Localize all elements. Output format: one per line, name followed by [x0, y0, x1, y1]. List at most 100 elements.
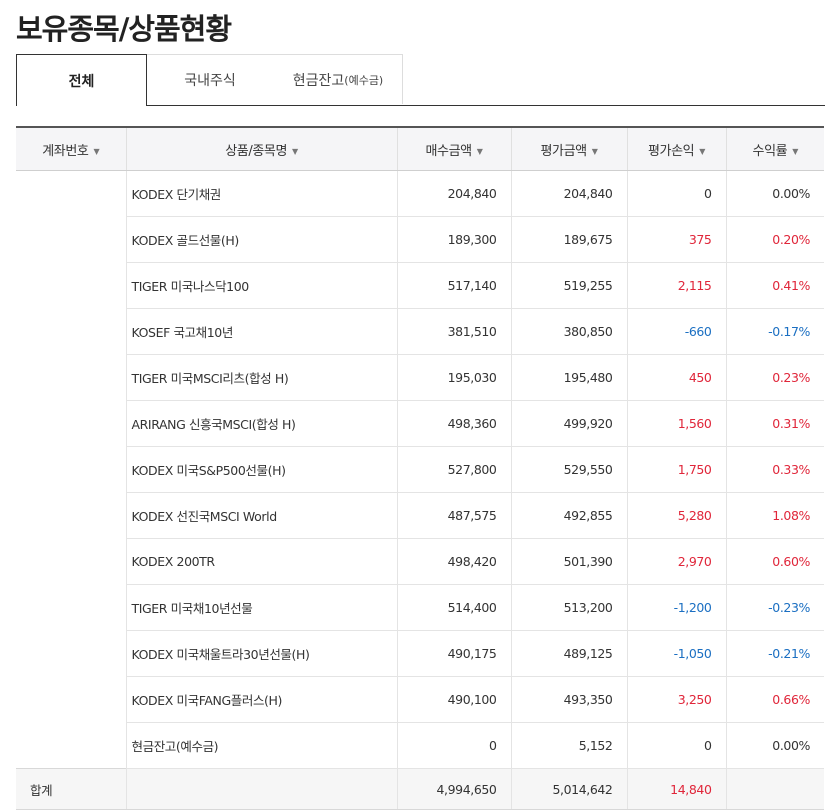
return-rate-cell: 0.20% [725, 216, 824, 263]
eval-amount-cell: 519,255 [510, 262, 627, 309]
header-profit-loss-label: 평가손익 [647, 143, 695, 159]
profit-loss-cell: 375 [626, 216, 726, 263]
return-rate-cell: 0.00% [725, 170, 824, 217]
sort-down-icon: ▼ [292, 146, 298, 156]
product-name-cell: KODEX 선진국MSCI World [125, 492, 397, 539]
return-rate-cell: 0.31% [725, 400, 824, 447]
return-rate-cell: 0.23% [725, 354, 824, 401]
profit-loss-cell: 5,280 [626, 492, 726, 539]
buy-amount-cell: 204,840 [396, 170, 511, 217]
profit-loss-cell: 1,750 [626, 446, 726, 493]
eval-amount-cell: 5,152 [510, 722, 627, 769]
table-header-row: 계좌번호 ▼ 상품/종목명 ▼ 매수금액 ▼ 평가금액 ▼ 평가손익 ▼ 수익률 ▼ [16, 126, 824, 171]
buy-amount-cell: 195,030 [396, 354, 511, 401]
tab-domestic-stock-label: 국내주식 [184, 72, 236, 89]
product-name-cell: KODEX 단기채권 [125, 170, 397, 217]
table-row[interactable]: KODEX 200TR 498,420 501,390 2,970 0.60% [16, 538, 824, 585]
table-row[interactable]: TIGER 미국채10년선물 514,400 513,200 -1,200 -0.23% [16, 584, 824, 631]
product-name-cell: KOSEF 국고채10년 [125, 308, 397, 355]
total-eval-amount: 5,014,642 [510, 768, 627, 810]
table-row[interactable]: KODEX 미국S&P500선물(H) 527,800 529,550 1,750 0.… [16, 446, 824, 493]
eval-amount-cell: 189,675 [510, 216, 627, 263]
tab-all[interactable]: 전체 [16, 54, 147, 106]
return-rate-cell: 0.41% [725, 262, 824, 309]
eval-amount-cell: 493,350 [510, 676, 627, 723]
profit-loss-cell: 0 [626, 722, 726, 769]
tab-bar: 전체 국내주식 현금잔고 (예수금) [16, 54, 825, 106]
buy-amount-cell: 189,300 [396, 216, 511, 263]
buy-amount-cell: 490,175 [396, 630, 511, 677]
sort-down-icon: ▼ [476, 146, 483, 156]
header-return-rate-label: 수익률 [752, 143, 788, 159]
table-row[interactable]: TIGER 미국나스닥100 517,140 519,255 2,115 0.41% [16, 262, 824, 309]
table-row[interactable]: KODEX 미국FANG플러스(H) 490,100 493,350 3,250 0.6… [16, 676, 824, 723]
eval-amount-cell: 529,550 [510, 446, 627, 493]
header-product-name[interactable]: 상품/종목명 ▼ [125, 126, 397, 171]
profit-loss-cell: 2,115 [626, 262, 726, 309]
header-return-rate[interactable]: 수익률 ▼ [725, 126, 824, 171]
eval-amount-cell: 204,840 [510, 170, 627, 217]
header-eval-amount-label: 평가금액 [540, 143, 587, 159]
sort-down-icon: ▼ [591, 146, 598, 156]
tab-domestic-stock[interactable]: 국내주식 [146, 54, 275, 104]
sort-down-icon: ▼ [792, 146, 798, 156]
table-row[interactable]: KODEX 선진국MSCI World 487,575 492,855 5,280 1.… [16, 492, 824, 539]
buy-amount-cell: 514,400 [396, 584, 511, 631]
header-buy-amount[interactable]: 매수금액 ▼ [396, 126, 511, 171]
buy-amount-cell: 517,140 [396, 262, 511, 309]
header-profit-loss[interactable]: 평가손익 ▼ [626, 126, 726, 171]
product-name-cell: 현금잔고(예수금) [125, 722, 397, 769]
product-name-cell: KODEX 미국채울트라30년선물(H) [125, 630, 397, 677]
product-name-cell: KODEX 미국S&P500선물(H) [125, 446, 397, 493]
return-rate-cell: 0.66% [725, 676, 824, 723]
return-rate-cell: 1.08% [725, 492, 824, 539]
header-account-number[interactable]: 계좌번호 ▼ [16, 126, 126, 171]
sort-down-icon: ▼ [699, 146, 705, 156]
eval-amount-cell: 195,480 [510, 354, 627, 401]
eval-amount-cell: 492,855 [510, 492, 627, 539]
buy-amount-cell: 498,420 [396, 538, 511, 585]
total-buy-amount: 4,994,650 [396, 768, 511, 810]
table-row[interactable]: KODEX 미국채울트라30년선물(H) 490,175 489,125 -1,050… [16, 630, 824, 677]
tab-cash-balance-sublabel: (예수금) [344, 73, 384, 87]
return-rate-cell: 0.60% [725, 538, 824, 585]
profit-loss-cell: -1,200 [626, 584, 726, 631]
table-row[interactable]: KODEX 단기채권 204,840 204,840 0 0.00% [16, 170, 824, 217]
profit-loss-cell: 0 [626, 170, 726, 217]
header-account-number-label: 계좌번호 [42, 143, 89, 159]
product-name-cell: KODEX 미국FANG플러스(H) [125, 676, 397, 723]
header-product-name-label: 상품/종목명 [225, 143, 287, 159]
buy-amount-cell: 527,800 [396, 446, 511, 493]
table-row[interactable]: 현금잔고(예수금) 0 5,152 0 0.00% [16, 722, 824, 769]
return-rate-cell: -0.17% [725, 308, 824, 355]
eval-amount-cell: 380,850 [510, 308, 627, 355]
buy-amount-cell: 381,510 [396, 308, 511, 355]
table-row[interactable]: TIGER 미국MSCI리츠(합성 H) 195,030 195,480 450 0.2… [16, 354, 824, 401]
total-row: 합계 4,994,650 5,014,642 14,840 [16, 768, 824, 810]
holdings-table-body: KODEX 단기채권 204,840 204,840 0 0.00% KODEX 골드선물… [16, 170, 824, 769]
header-buy-amount-label: 매수금액 [425, 143, 472, 159]
eval-amount-cell: 501,390 [510, 538, 627, 585]
tab-cash-balance[interactable]: 현금잔고 (예수금) [274, 54, 403, 104]
profit-loss-cell: 3,250 [626, 676, 726, 723]
profit-loss-cell: -1,050 [626, 630, 726, 677]
eval-amount-cell: 513,200 [510, 584, 627, 631]
return-rate-cell: -0.23% [725, 584, 824, 631]
sort-down-icon: ▼ [93, 146, 100, 156]
table-row[interactable]: KOSEF 국고채10년 381,510 380,850 -660 -0.17% [16, 308, 824, 355]
product-name-cell: KODEX 골드선물(H) [125, 216, 397, 263]
tab-cash-balance-label: 현금잔고 [292, 72, 345, 89]
total-return-rate [725, 768, 824, 810]
return-rate-cell: -0.21% [725, 630, 824, 677]
account-number-cell [16, 171, 126, 769]
table-row[interactable]: KODEX 골드선물(H) 189,300 189,675 375 0.20% [16, 216, 824, 263]
tab-all-label: 전체 [68, 73, 95, 90]
buy-amount-cell: 0 [396, 722, 511, 769]
product-name-cell: TIGER 미국채10년선물 [125, 584, 397, 631]
table-row[interactable]: ARIRANG 신흥국MSCI(합성 H) 498,360 499,920 1,560… [16, 400, 824, 447]
eval-amount-cell: 499,920 [510, 400, 627, 447]
total-label: 합계 [16, 768, 126, 810]
profit-loss-cell: 2,970 [626, 538, 726, 585]
header-eval-amount[interactable]: 평가금액 ▼ [510, 126, 627, 171]
buy-amount-cell: 498,360 [396, 400, 511, 447]
